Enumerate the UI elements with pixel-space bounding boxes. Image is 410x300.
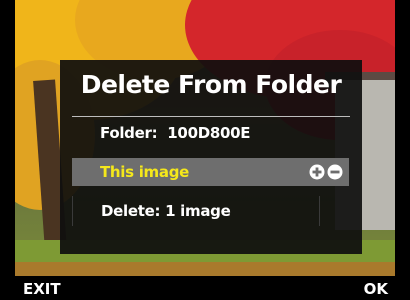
- exit-button[interactable]: EXIT: [23, 280, 61, 298]
- option-this-image-label: This image: [100, 163, 190, 181]
- option-this-image[interactable]: This image: [72, 158, 349, 186]
- minus-circle-icon: [327, 164, 343, 180]
- folder-row: Folder: 100D800E: [100, 124, 251, 142]
- folder-label: Folder:: [100, 124, 158, 142]
- delete-summary-label: Delete: 1 image: [101, 202, 231, 220]
- folder-value: 100D800E: [167, 124, 251, 142]
- ok-button[interactable]: OK: [364, 280, 388, 298]
- fallen-leaves: [15, 262, 395, 276]
- title-divider: [72, 116, 350, 117]
- delete-summary-row: Delete: 1 image: [72, 196, 320, 226]
- delete-dialog: Delete From Folder Folder: 100D800E This …: [60, 60, 362, 254]
- bottom-bar: EXIT OK: [0, 276, 410, 300]
- plus-circle-icon: [309, 164, 325, 180]
- plus-minus-toggle[interactable]: [309, 164, 343, 180]
- dialog-title: Delete From Folder: [80, 70, 342, 99]
